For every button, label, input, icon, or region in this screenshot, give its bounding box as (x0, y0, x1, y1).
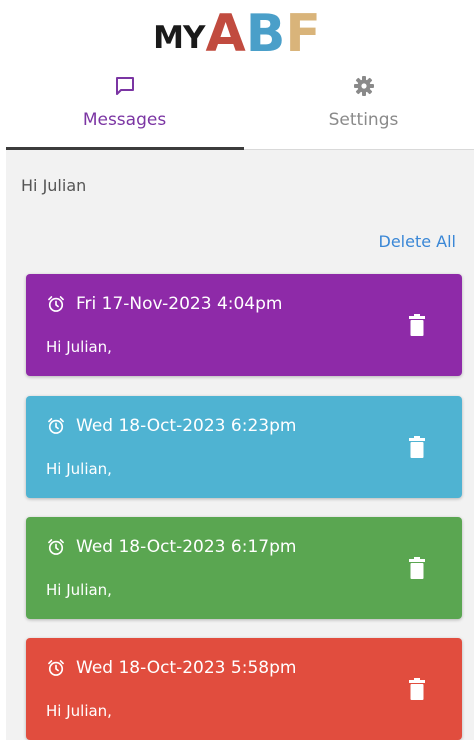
message-time-text: Wed 18-Oct-2023 6:23pm (76, 416, 297, 436)
trash-icon[interactable] (408, 678, 426, 704)
alarm-clock-icon (48, 418, 64, 434)
tab-messages-label: Messages (82, 110, 167, 130)
message-time-text: Fri 17-Nov-2023 4:04pm (76, 294, 283, 314)
app-logo: MY A B F (0, 4, 474, 60)
logo-my-text: MY (153, 20, 205, 56)
message-body: Hi Julian, (46, 460, 112, 478)
tab-settings[interactable]: Settings (245, 70, 474, 150)
logo-letter-a: A (205, 4, 246, 64)
messages-panel: Hi Julian Delete All Fri 17-Nov-2023 4:0… (6, 150, 474, 740)
logo-letter-b: B (245, 4, 286, 64)
message-card[interactable]: Wed 18-Oct-2023 5:58pm Hi Julian, (26, 638, 462, 740)
message-body: Hi Julian, (46, 702, 112, 720)
gear-icon (352, 70, 376, 102)
message-time: Wed 18-Oct-2023 5:58pm (46, 658, 296, 678)
alarm-clock-icon (48, 539, 64, 555)
delete-all-button[interactable]: Delete All (379, 232, 457, 251)
message-time: Fri 17-Nov-2023 4:04pm (46, 294, 282, 314)
alarm-clock-icon (48, 660, 64, 676)
message-icon (113, 70, 137, 102)
trash-icon[interactable] (408, 557, 426, 583)
trash-icon[interactable] (408, 314, 426, 340)
message-time: Wed 18-Oct-2023 6:23pm (46, 416, 296, 436)
greeting-text: Hi Julian (21, 176, 87, 195)
trash-icon[interactable] (408, 436, 426, 462)
tab-settings-label: Settings (328, 110, 399, 130)
message-time: Wed 18-Oct-2023 6:17pm (46, 537, 296, 557)
alarm-clock-icon (48, 296, 64, 312)
message-time-text: Wed 18-Oct-2023 5:58pm (76, 658, 297, 678)
logo-letter-f: F (285, 4, 321, 64)
message-time-text: Wed 18-Oct-2023 6:17pm (76, 537, 297, 557)
message-body: Hi Julian, (46, 338, 112, 356)
tab-messages[interactable]: Messages (6, 70, 243, 150)
message-card[interactable]: Wed 18-Oct-2023 6:23pm Hi Julian, (26, 396, 462, 498)
app-header: MY A B F Messages Settings (0, 0, 474, 152)
message-card[interactable]: Wed 18-Oct-2023 6:17pm Hi Julian, (26, 517, 462, 619)
message-body: Hi Julian, (46, 581, 112, 599)
message-card[interactable]: Fri 17-Nov-2023 4:04pm Hi Julian, (26, 274, 462, 376)
